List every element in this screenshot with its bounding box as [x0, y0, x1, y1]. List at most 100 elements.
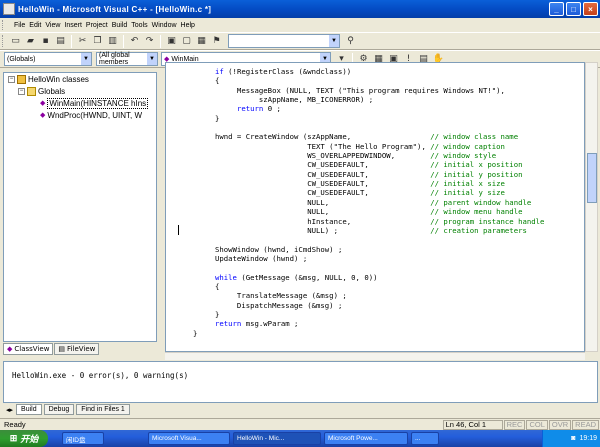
- open-folder-icon[interactable]: ▰: [24, 35, 37, 48]
- taskbar-item[interactable]: 闲ID盘: [62, 432, 104, 445]
- tab-build[interactable]: Build: [16, 404, 42, 415]
- windows-logo-icon: ⊞: [9, 433, 18, 443]
- new-file-icon[interactable]: ▭: [9, 35, 22, 48]
- code-line[interactable]: TEXT ("The Hello Program"), // window ca…: [193, 142, 544, 151]
- code-line[interactable]: MessageBox (NULL, TEXT ("This program re…: [193, 86, 544, 95]
- menu-build[interactable]: Build: [110, 22, 130, 29]
- code-line[interactable]: {: [193, 76, 544, 85]
- undo-icon[interactable]: ↶: [128, 35, 141, 48]
- workspace-icon[interactable]: ▣: [165, 35, 178, 48]
- code-line[interactable]: ShowWindow (hwnd, iCmdShow) ;: [193, 245, 544, 254]
- find-in-files-icon[interactable]: ⚑: [210, 35, 223, 48]
- code-editor[interactable]: if (!RegisterClass (&wndclass)) { Messag…: [165, 62, 585, 352]
- tab-fileview[interactable]: ▤ FileView: [54, 343, 100, 355]
- editor-vertical-scrollbar[interactable]: [585, 62, 598, 352]
- tree-folder[interactable]: − Globals: [4, 85, 156, 97]
- start-button[interactable]: ⊞ 开始: [0, 430, 48, 447]
- menu-edit[interactable]: Edit: [27, 22, 43, 29]
- code-line[interactable]: }: [193, 310, 544, 319]
- code-line[interactable]: {: [193, 282, 544, 291]
- tab-debug[interactable]: Debug: [43, 404, 75, 415]
- code-line[interactable]: }: [193, 114, 544, 123]
- tab-scroll-icon[interactable]: ◂▸: [6, 406, 13, 414]
- menu-view[interactable]: View: [43, 22, 62, 29]
- comment: // window style: [430, 151, 497, 161]
- code-line[interactable]: WS_OVERLAPPEDWINDOW, // window style: [193, 151, 544, 160]
- chevron-down-icon[interactable]: ▼: [147, 53, 157, 65]
- cut-icon[interactable]: ✂: [76, 35, 89, 48]
- menu-window[interactable]: Window: [150, 22, 179, 29]
- copy-icon[interactable]: ❐: [91, 35, 104, 48]
- code-line[interactable]: hwnd = CreateWindow (szAppName, // windo…: [193, 132, 544, 141]
- code-line[interactable]: CW_USEDEFAULT, // initial x position: [193, 160, 544, 169]
- taskbar-item-label: Microsoft Visua...: [152, 435, 202, 442]
- code-line[interactable]: NULL, // parent window handle: [193, 198, 544, 207]
- taskbar-item[interactable]: ...: [411, 432, 439, 445]
- output-pane[interactable]: HelloWin.exe - 0 error(s), 0 warning(s): [3, 361, 598, 403]
- code-line[interactable]: CW_USEDEFAULT, // initial y position: [193, 170, 544, 179]
- minimize-button[interactable]: _: [549, 2, 564, 16]
- code-line[interactable]: while (GetMessage (&msg, NULL, 0, 0)): [193, 273, 544, 282]
- taskbar-item[interactable]: Microsoft Powe...: [324, 432, 408, 445]
- menu-file[interactable]: File: [12, 22, 27, 29]
- taskbar-item[interactable]: HelloWin - Mic...: [233, 432, 321, 445]
- close-button[interactable]: ×: [583, 2, 598, 16]
- tab-find-in-files[interactable]: Find in Files 1: [76, 404, 130, 415]
- menu-grip[interactable]: [2, 20, 10, 30]
- menu-help[interactable]: Help: [179, 22, 197, 29]
- scope-combo[interactable]: (Globals) ▼: [4, 52, 92, 66]
- chevron-down-icon[interactable]: ▼: [329, 35, 339, 47]
- code-line[interactable]: return 0 ;: [193, 104, 544, 113]
- code-line[interactable]: UpdateWindow (hwnd) ;: [193, 254, 544, 263]
- comment: // parent window handle: [430, 197, 532, 207]
- menu-project[interactable]: Project: [84, 22, 110, 29]
- save-icon[interactable]: ▪: [39, 35, 52, 48]
- collapse-icon[interactable]: −: [18, 87, 25, 95]
- tray-icon[interactable]: ◙: [571, 435, 575, 442]
- tree-root[interactable]: − HelloWin classes: [4, 73, 156, 85]
- find-combo[interactable]: ▼: [228, 34, 340, 48]
- code-line[interactable]: return msg.wParam ;: [193, 319, 544, 328]
- comment: // initial y position: [430, 169, 523, 179]
- toolbar-grip[interactable]: [2, 35, 6, 47]
- tree-item[interactable]: ◆ WinMain(HINSTANCE hIns: [4, 97, 156, 109]
- code-line[interactable]: [193, 263, 544, 272]
- tree-item[interactable]: ◆ WndProc(HWND, UINT, W: [4, 109, 156, 121]
- menu-tools[interactable]: Tools: [129, 22, 149, 29]
- keyword: if: [214, 67, 224, 76]
- code-line[interactable]: TranslateMessage (&msg) ;: [193, 291, 544, 300]
- code-line[interactable]: [193, 123, 544, 132]
- redo-icon[interactable]: ↷: [143, 35, 156, 48]
- code-line[interactable]: CW_USEDEFAULT, // initial x size: [193, 179, 544, 188]
- code-line[interactable]: szAppName, MB_ICONERROR) ;: [193, 95, 544, 104]
- code-line[interactable]: hInstance, // program instance handle: [193, 217, 544, 226]
- editor-horizontal-scrollbar[interactable]: [165, 352, 585, 360]
- tab-classview[interactable]: ◆ ClassView: [3, 343, 54, 355]
- output-window-icon[interactable]: ▢: [180, 35, 193, 48]
- collapse-icon[interactable]: −: [8, 75, 15, 83]
- code-text[interactable]: if (!RegisterClass (&wndclass)) { Messag…: [193, 67, 544, 338]
- fileview-icon: ▤: [58, 345, 66, 353]
- taskbar: ⊞ 开始 闲ID盘 Microsoft Visua... HelloWin - M…: [0, 430, 600, 447]
- code-line[interactable]: CW_USEDEFAULT, // initial y size: [193, 188, 544, 197]
- save-all-icon[interactable]: ▤: [54, 35, 67, 48]
- code-line[interactable]: DispatchMessage (&msg) ;: [193, 301, 544, 310]
- find-icon[interactable]: ⚲: [344, 35, 357, 48]
- code-line[interactable]: [193, 235, 544, 244]
- menu-insert[interactable]: Insert: [62, 22, 84, 29]
- paste-icon[interactable]: ▥: [106, 35, 119, 48]
- chevron-down-icon[interactable]: ▼: [81, 53, 91, 65]
- tab-label: ClassView: [14, 345, 50, 353]
- taskbar-item[interactable]: Microsoft Visua...: [148, 432, 230, 445]
- code-line[interactable]: if (!RegisterClass (&wndclass)): [193, 67, 544, 76]
- code-line[interactable]: NULL, // window menu handle: [193, 207, 544, 216]
- comment: // window menu handle: [430, 207, 523, 217]
- window-list-icon[interactable]: ▦: [195, 35, 208, 48]
- maximize-button[interactable]: □: [566, 2, 581, 16]
- code-line[interactable]: }: [193, 329, 544, 338]
- scrollbar-thumb[interactable]: [587, 153, 597, 203]
- system-tray: ◙ 19:19: [542, 430, 600, 447]
- standard-toolbar: ▭ ▰ ▪ ▤ ✂ ❐ ▥ ↶ ↷ ▣ ▢ ▦ ⚑ ▼ ⚲: [0, 32, 600, 50]
- code-line[interactable]: NULL) ; // creation parameters: [193, 226, 544, 235]
- members-combo[interactable]: (All global members ▼: [96, 52, 158, 66]
